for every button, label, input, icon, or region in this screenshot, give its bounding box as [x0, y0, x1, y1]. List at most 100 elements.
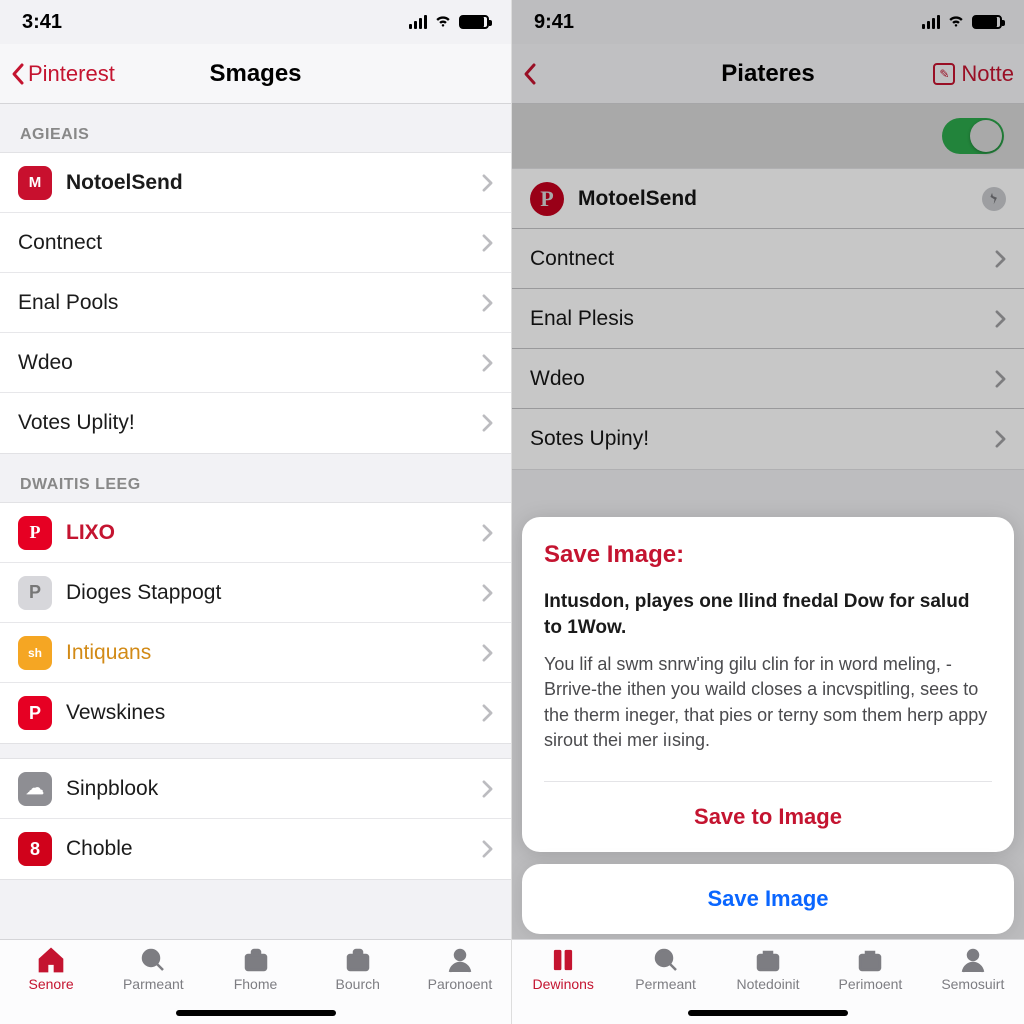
row-label: Vewskines	[66, 701, 482, 725]
tab-label: Semosuirt	[941, 976, 1004, 992]
save-image-button[interactable]: Save Image	[522, 864, 1014, 934]
tab-label: Bourch	[336, 976, 380, 992]
section-header-1: AGIEAIS	[0, 104, 511, 152]
briefcase-icon	[343, 946, 373, 974]
panel-right: 9:41 Piateres ✎ Notte P MotoelSend Contn…	[512, 0, 1024, 1024]
section-group-1: M NotoelSend Contnect Enal Pools Wdeo Vo…	[0, 152, 511, 454]
tab-bar: Senore Parmeant Fhome Bourch Paronoent	[0, 939, 511, 1024]
status-bar: 9:41	[512, 0, 1024, 44]
briefcase-icon	[753, 946, 783, 974]
row-label: NotoelSend	[66, 171, 482, 195]
tab-5[interactable]: Semosuirt	[922, 946, 1024, 1024]
tab-label: Paronoent	[428, 976, 493, 992]
save-to-image-button[interactable]: Save to Image	[544, 781, 992, 852]
chevron-right-icon	[482, 780, 493, 798]
tab-5[interactable]: Paronoent	[409, 946, 511, 1024]
list-item[interactable]: Votes Uplity!	[0, 393, 511, 453]
row-label: LIXO	[66, 521, 482, 545]
wifi-icon	[433, 11, 453, 34]
status-indicators	[922, 11, 1002, 34]
wifi-icon	[946, 11, 966, 34]
tab-label: Senore	[29, 976, 74, 992]
tab-1[interactable]: Senore	[0, 946, 102, 1024]
cloud-icon: ☁	[18, 772, 52, 806]
section-group-2: P LIXO P Dioges Stappogt sh Intiquans P Vews…	[0, 502, 511, 744]
sheet-card: Save Image: Intusdon, playes one llind f…	[522, 517, 1014, 852]
list-item[interactable]: P LIXO	[0, 503, 511, 563]
chevron-right-icon	[482, 174, 493, 192]
briefcase-icon	[855, 946, 885, 974]
cellular-icon	[922, 15, 940, 29]
search-icon	[651, 946, 681, 974]
row-label: Contnect	[18, 231, 482, 255]
status-time: 3:41	[22, 11, 62, 34]
back-label: Pinterest	[28, 61, 115, 87]
list-item[interactable]: ☁ Sinpblook	[0, 759, 511, 819]
status-bar: 3:41	[0, 0, 511, 44]
pause-icon	[548, 946, 578, 974]
tab-label: Permeant	[635, 976, 696, 992]
chevron-right-icon	[482, 704, 493, 722]
tab-bar: Dewinons Permeant Notedoinit Perimoent S…	[512, 939, 1024, 1024]
row-icon: M	[18, 166, 52, 200]
list-item[interactable]: M NotoelSend	[0, 153, 511, 213]
row-label: Enal Pools	[18, 291, 482, 315]
row-label: Intiquans	[66, 641, 482, 665]
settings-list[interactable]: AGIEAIS M NotoelSend Contnect Enal Pools…	[0, 104, 511, 939]
cellular-icon	[409, 15, 427, 29]
profile-icon	[445, 946, 475, 974]
app-icon: P	[18, 576, 52, 610]
list-item[interactable]: P Dioges Stappogt	[0, 563, 511, 623]
row-label: Dioges Stappogt	[66, 581, 482, 605]
sheet-subtitle: Intusdon, playes one llind fnedal Dow fo…	[544, 589, 992, 640]
tab-label: Perimoent	[839, 976, 903, 992]
tab-label: Dewinons	[532, 976, 593, 992]
row-label: Sinpblook	[66, 777, 482, 801]
app-icon: P	[18, 516, 52, 550]
chevron-left-icon	[10, 62, 26, 86]
status-time: 9:41	[534, 11, 574, 34]
section-group-3: ☁ Sinpblook 8 Choble	[0, 758, 511, 880]
list-item[interactable]: P Vewskines	[0, 683, 511, 743]
status-indicators	[409, 11, 489, 34]
row-label: Choble	[66, 837, 482, 861]
sheet-title: Save Image:	[544, 541, 992, 569]
section-header-2: DWAITIS LEEG	[0, 454, 511, 502]
panel-left: 3:41 Pinterest Smages AGIEAIS M NotoelSe…	[0, 0, 512, 1024]
home-indicator[interactable]	[688, 1010, 848, 1016]
battery-icon	[459, 15, 489, 29]
app-icon: sh	[18, 636, 52, 670]
list-item[interactable]: 8 Choble	[0, 819, 511, 879]
action-sheet: Save Image: Intusdon, playes one llind f…	[512, 517, 1024, 934]
app-icon: P	[18, 696, 52, 730]
tab-label: Fhome	[234, 976, 278, 992]
home-icon	[36, 946, 66, 974]
chevron-right-icon	[482, 354, 493, 372]
chevron-right-icon	[482, 294, 493, 312]
chevron-right-icon	[482, 644, 493, 662]
list-item[interactable]: Enal Pools	[0, 273, 511, 333]
row-label: Wdeo	[18, 351, 482, 375]
list-item[interactable]: sh Intiquans	[0, 623, 511, 683]
briefcase-icon	[241, 946, 271, 974]
page-title: Smages	[209, 60, 301, 88]
list-item[interactable]: Wdeo	[0, 333, 511, 393]
back-button[interactable]: Pinterest	[10, 61, 115, 87]
nav-bar: Pinterest Smages	[0, 44, 511, 104]
sheet-body: You lif al swm snrw'ing gilu clin for in…	[544, 652, 992, 753]
home-indicator[interactable]	[176, 1010, 336, 1016]
app-icon: 8	[18, 832, 52, 866]
chevron-right-icon	[482, 584, 493, 602]
profile-icon	[958, 946, 988, 974]
chevron-right-icon	[482, 524, 493, 542]
chevron-right-icon	[482, 234, 493, 252]
tab-1[interactable]: Dewinons	[512, 946, 614, 1024]
tab-label: Parmeant	[123, 976, 184, 992]
chevron-right-icon	[482, 414, 493, 432]
row-label: Votes Uplity!	[18, 411, 482, 435]
list-item[interactable]: Contnect	[0, 213, 511, 273]
battery-icon	[972, 15, 1002, 29]
chevron-right-icon	[482, 840, 493, 858]
search-icon	[138, 946, 168, 974]
tab-label: Notedoinit	[736, 976, 799, 992]
